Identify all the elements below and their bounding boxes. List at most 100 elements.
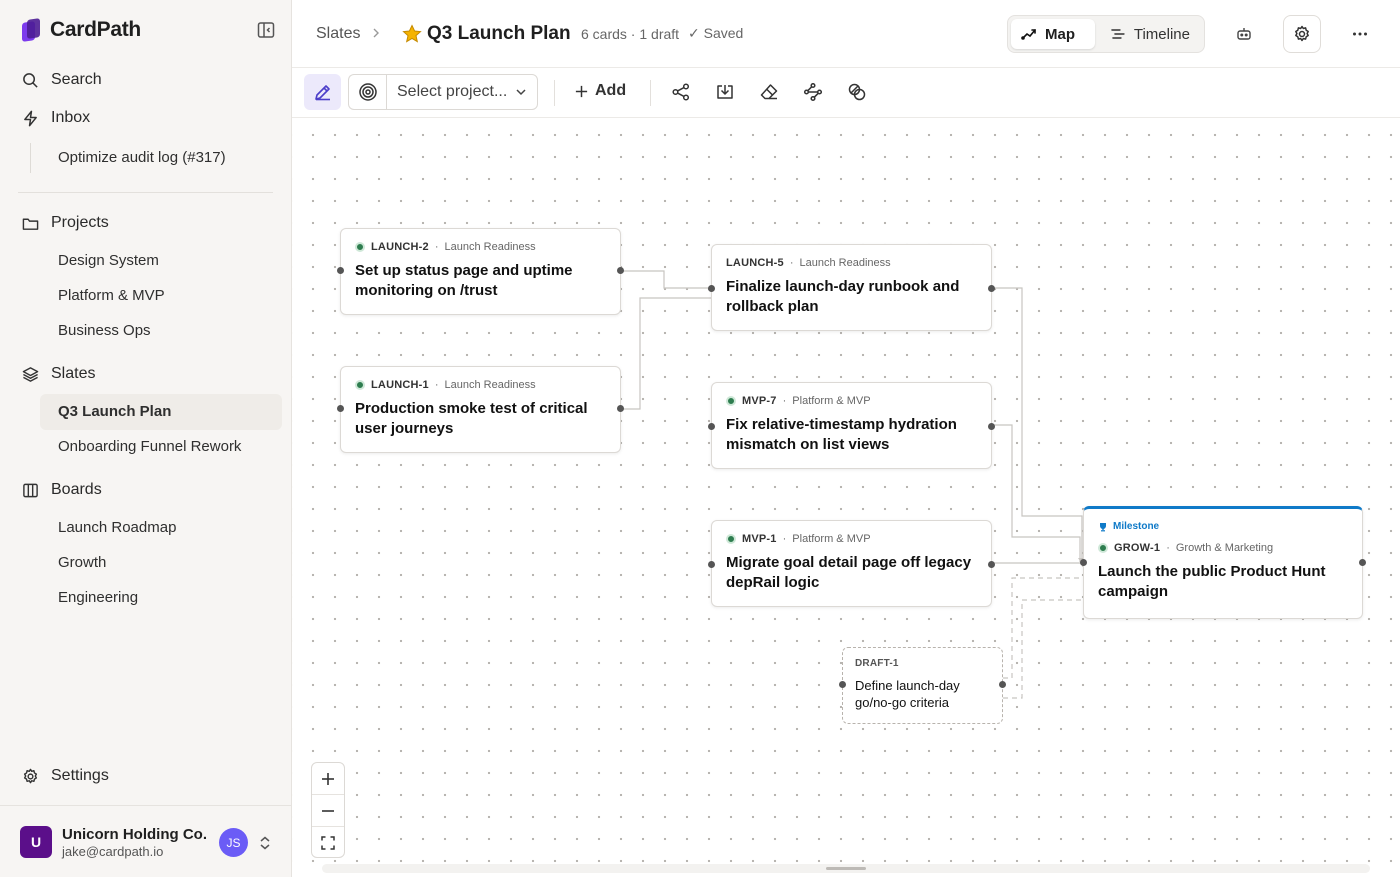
map-canvas[interactable]: LAUNCH-2 · Launch Readiness Set up status … [292,118,1400,877]
star-icon[interactable] [402,24,422,44]
card-port-in[interactable] [337,405,344,412]
sidebar-item-platform-mvp[interactable]: Platform & MVP [58,287,165,304]
card-launch-1[interactable]: LAUNCH-1 · Launch Readiness Production smo… [337,366,624,453]
erase-button[interactable] [759,82,779,102]
card-key: GROW-1 [1114,542,1161,554]
fit-view-button[interactable] [312,827,344,859]
tab-map[interactable]: Map [1011,19,1095,49]
import-button[interactable] [715,82,735,102]
draft-title: Define launch-day go/no-go criteria [855,678,960,710]
bolt-icon [24,110,37,126]
card-title: Production smoke test of critical user j… [355,400,588,437]
more-button[interactable] [1341,15,1379,53]
project-filter-button[interactable] [348,74,386,110]
user-avatar[interactable]: JS [219,828,248,857]
zoom-out-button[interactable] [312,795,344,827]
draft-card[interactable]: DRAFT-1 Define launch-day go/no-go crite… [839,647,1006,724]
sidebar-collapse-icon[interactable] [256,20,276,40]
status-dot [355,242,365,252]
share-button[interactable] [671,82,691,102]
sidebar-projects[interactable]: Projects [22,214,109,232]
sidebar-search[interactable]: Search [22,71,102,89]
card-launch-2[interactable]: LAUNCH-2 · Launch Readiness Set up status … [337,228,624,315]
toolbar-divider [650,80,651,106]
card-launch-5[interactable]: LAUNCH-5 · Launch Readiness Finalize launc… [708,244,995,331]
card-port-out[interactable] [1359,559,1366,566]
card-port-out[interactable] [988,561,995,568]
page-header: Slates Q3 Launch Plan 6 cards · 1 draft … [292,0,1400,68]
sidebar-divider [18,192,273,193]
card-title: Fix relative-timestamp hydration mismatc… [726,416,957,453]
sidebar-item-growth[interactable]: Growth [58,554,106,571]
add-label: Add [595,82,627,99]
card-port-in[interactable] [337,267,344,274]
inbox-label: Inbox [51,109,91,126]
card-title: Migrate goal detail page off legacy depR… [726,554,972,591]
settings-button[interactable] [1283,15,1321,53]
card-port-out[interactable] [988,285,995,292]
bot-button[interactable] [1225,15,1263,53]
fullscreen-icon [321,836,335,850]
card-port-out[interactable] [988,423,995,430]
card-port-in[interactable] [839,681,846,688]
card-port-in[interactable] [708,561,715,568]
add-button[interactable]: Add [574,82,626,100]
scrollbar-thumb[interactable] [826,867,866,870]
card-project: Growth & Marketing [1175,542,1274,554]
auto-layout-button[interactable] [803,82,823,102]
milestone-badge: Milestone [1098,521,1348,532]
chevron-up-down-icon[interactable] [258,835,272,851]
org-avatar: U [20,826,52,858]
pen-icon [314,85,330,101]
chevron-right-icon [373,28,379,38]
org-switcher[interactable]: U Unicorn Holding Co. jake@cardpath.io J… [0,805,292,877]
draw-mode-button[interactable] [304,74,341,110]
edge-mvp7-grow1 [992,424,1081,562]
search-label: Search [51,71,102,88]
minus-icon [322,809,334,812]
card-port-out[interactable] [617,405,624,412]
tab-timeline[interactable]: Timeline [1100,19,1200,49]
sidebar-item-business-ops[interactable]: Business Ops [58,322,151,339]
inbox-item[interactable]: Optimize audit log (#317) [58,149,226,166]
brand[interactable]: CardPath [22,18,141,42]
sidebar-item-engineering[interactable]: Engineering [58,589,138,606]
card-port-in[interactable] [708,423,715,430]
card-title: Finalize launch-day runbook and rollback… [726,278,960,315]
card-project: Launch Readiness [444,379,536,391]
plus-icon [322,772,334,785]
zoom-in-button[interactable] [312,763,344,795]
project-select[interactable]: Select project... [386,74,538,110]
card-port-in[interactable] [708,285,715,292]
page-title: Q3 Launch Plan [427,23,571,44]
sidebar-item-onboarding-funnel[interactable]: Onboarding Funnel Rework [58,438,241,455]
card-port-out[interactable] [617,267,624,274]
plus-icon [575,85,588,97]
waypoints-icon [803,82,823,102]
breadcrumb[interactable]: Slates [316,25,360,43]
boards-label: Boards [51,481,102,498]
sidebar-item-launch-roadmap[interactable]: Launch Roadmap [58,519,176,536]
status-dot [1098,543,1108,553]
card-key: MVP-7 [742,395,777,407]
sidebar-inbox[interactable]: Inbox [22,109,90,127]
card-port-out[interactable] [999,681,1006,688]
status-dot [726,396,736,406]
sidebar-boards[interactable]: Boards [22,481,102,499]
view-toggle: Map Timeline [1007,15,1205,53]
edge-draft-grow1-a [1003,577,1082,679]
card-port-in[interactable] [1080,559,1087,566]
horizontal-scrollbar[interactable] [322,864,1370,873]
card-grow-1[interactable]: Milestone GROW-1 · Growth & Marketing Laun… [1080,506,1366,619]
sidebar-item-q3-launch-plan[interactable]: Q3 Launch Plan [40,394,282,430]
card-mvp-7[interactable]: MVP-7 · Platform & MVP Fix relative-timest… [708,382,995,469]
card-project: Launch Readiness [444,241,536,253]
trophy-icon [1100,522,1106,531]
sidebar-item-design-system[interactable]: Design System [58,252,159,269]
save-status: ✓ Saved [688,25,744,41]
card-mvp-1[interactable]: MVP-1 · Platform & MVP Migrate goal detail… [708,520,995,607]
sidebar-settings[interactable]: Settings [22,767,109,785]
sidebar-slates[interactable]: Slates [22,365,95,383]
folder-icon [22,218,39,230]
link-button[interactable] [847,82,867,102]
